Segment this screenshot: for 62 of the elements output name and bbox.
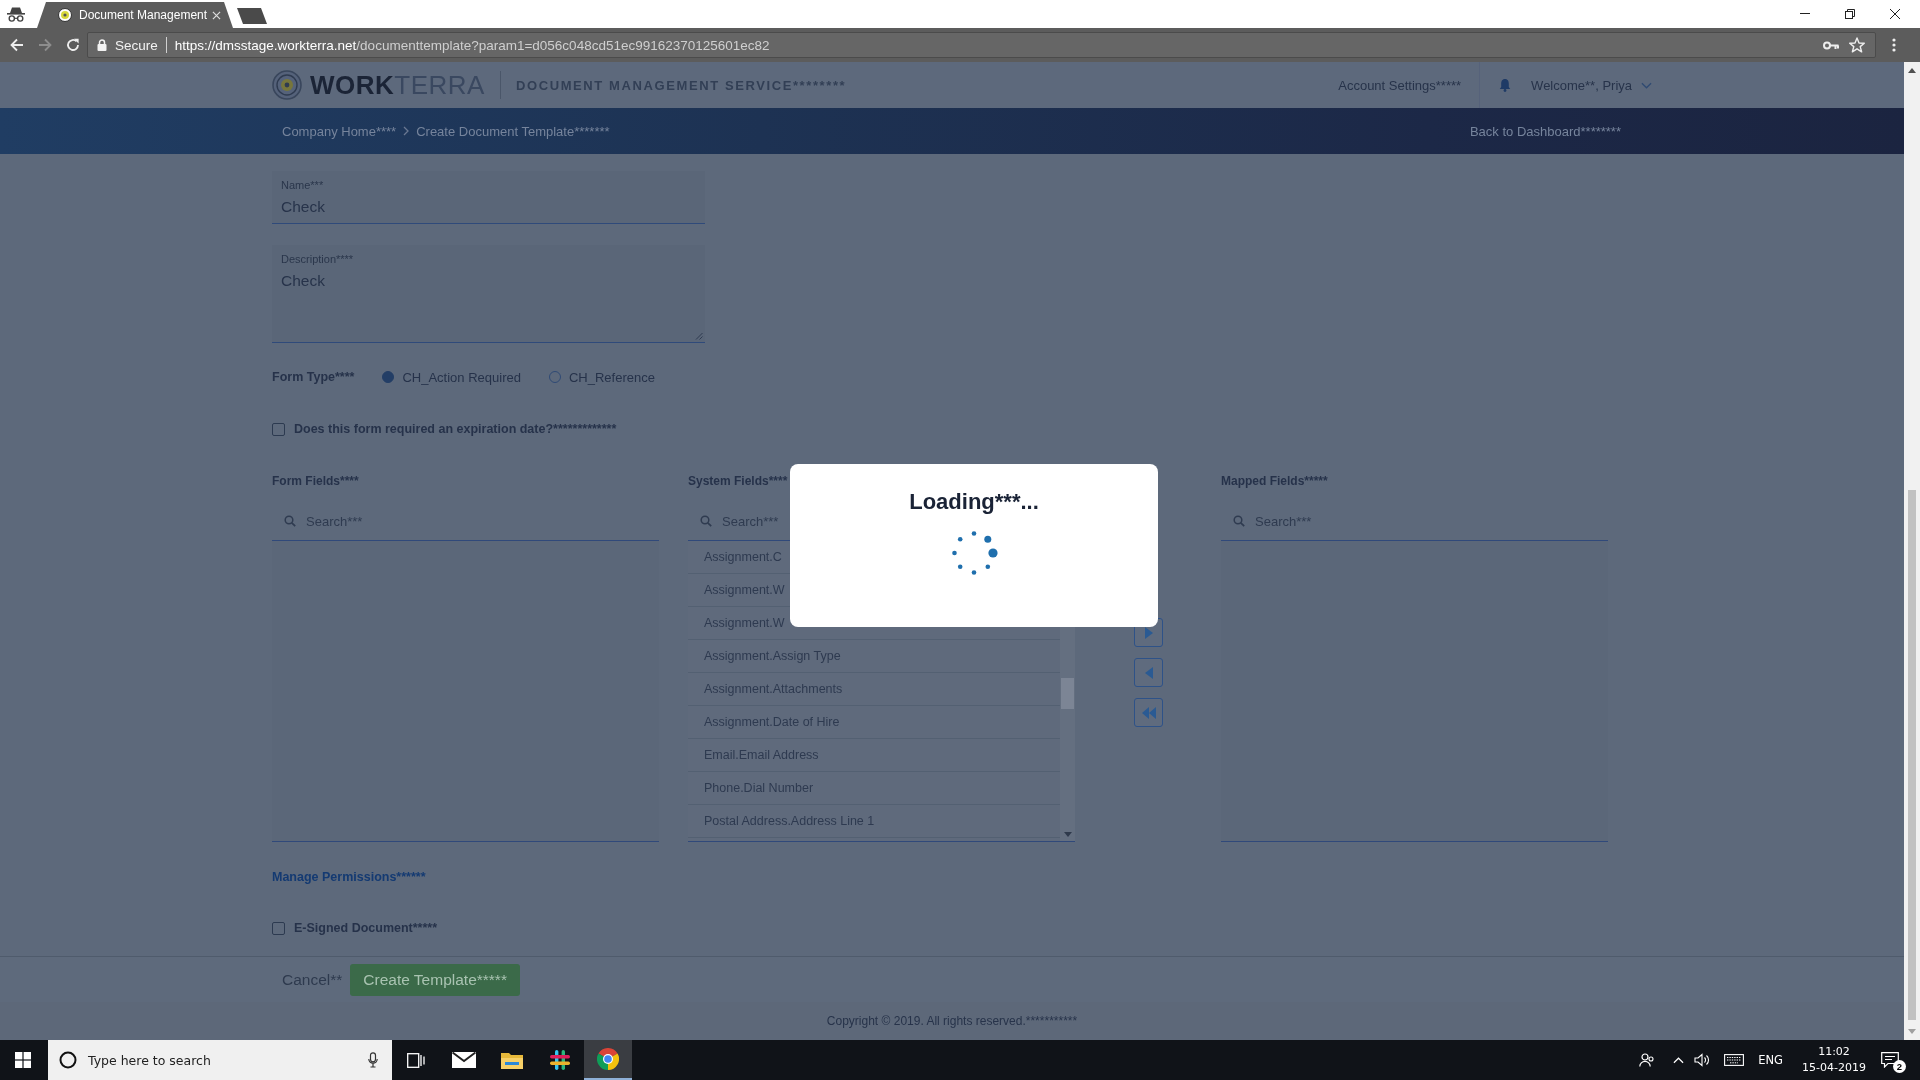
radio-button[interactable] bbox=[382, 371, 395, 383]
url-text[interactable]: https://dmsstage.workterra.net/documenttemplate?param1=d056c048cd51ec99162370125601ec82 bbox=[174, 37, 770, 53]
scrollbar-thumb[interactable] bbox=[1061, 678, 1074, 709]
folder-icon bbox=[501, 1051, 523, 1069]
chevron-right-icon bbox=[403, 126, 410, 136]
security-label[interactable]: Secure bbox=[115, 37, 158, 53]
back-arrow-icon[interactable] bbox=[10, 38, 24, 52]
scroll-up-icon[interactable] bbox=[1908, 68, 1916, 73]
taskbar-search-field[interactable]: Type here to search bbox=[48, 1040, 392, 1080]
checkbox[interactable] bbox=[272, 422, 285, 436]
tab-title: Document Management bbox=[79, 8, 208, 22]
manage-permissions-link[interactable]: Manage Permissions****** bbox=[272, 868, 426, 886]
notification-badge: 2 bbox=[1893, 1060, 1906, 1073]
hashtag-icon bbox=[550, 1050, 570, 1070]
clock-time[interactable]: 11:02 bbox=[1818, 1044, 1850, 1060]
restore-icon[interactable] bbox=[1845, 9, 1855, 19]
chevron-down-icon bbox=[1641, 81, 1652, 89]
notification-icon[interactable] bbox=[1881, 1052, 1899, 1068]
keyboard-icon[interactable] bbox=[1724, 1054, 1745, 1066]
browser-tab[interactable]: Document Management bbox=[37, 2, 233, 28]
envelope-icon bbox=[452, 1052, 476, 1068]
breadcrumb-link[interactable]: Company Home**** bbox=[282, 123, 397, 139]
chevron-up-icon[interactable] bbox=[1673, 1056, 1685, 1064]
loading-spinner-icon bbox=[950, 529, 998, 577]
checkbox-label[interactable]: E-Signed Document***** bbox=[294, 921, 438, 935]
search-icon bbox=[1233, 515, 1245, 527]
column-title: System Fields**** bbox=[688, 473, 788, 490]
reload-icon[interactable] bbox=[66, 38, 80, 52]
windows-logo-icon bbox=[15, 1052, 31, 1068]
menu-icon[interactable] bbox=[1892, 38, 1896, 52]
new-tab-button[interactable] bbox=[237, 8, 267, 24]
microphone-icon[interactable] bbox=[368, 1052, 378, 1068]
hat-glasses-icon bbox=[6, 6, 26, 22]
speaker-icon[interactable] bbox=[1694, 1053, 1711, 1067]
browser-logo-icon bbox=[597, 1048, 619, 1070]
triangle-left-icon bbox=[1144, 666, 1153, 679]
task-view-icon bbox=[407, 1052, 425, 1068]
triangle-right-icon bbox=[1144, 626, 1153, 639]
key-icon[interactable] bbox=[1823, 40, 1839, 50]
breadcrumb-link[interactable]: Create Document Template******* bbox=[416, 123, 610, 139]
close-icon[interactable] bbox=[1890, 9, 1900, 19]
address-bar[interactable]: Secure https://dmsstage.workterra.net/documenttemplate?param1=d056c048cd51ec99162370125601ec82 bbox=[87, 32, 1876, 58]
checkbox[interactable] bbox=[272, 921, 285, 935]
star-icon[interactable] bbox=[1849, 37, 1865, 53]
page-scrollbar[interactable] bbox=[1904, 62, 1920, 1040]
ring-icon bbox=[59, 1051, 77, 1069]
back-to-dashboard-link[interactable]: Back to Dashboard******** bbox=[1469, 123, 1621, 139]
search-icon bbox=[700, 515, 712, 527]
language-indicator[interactable]: ENG bbox=[1758, 1053, 1783, 1067]
people-icon[interactable] bbox=[1639, 1053, 1656, 1067]
scrollbar-thumb[interactable] bbox=[1908, 490, 1916, 1020]
dialog-title: Loading***... bbox=[909, 489, 1039, 515]
clock-date[interactable]: 15-04-2019 bbox=[1802, 1060, 1866, 1076]
circle-logo-icon bbox=[272, 70, 302, 100]
radio-label[interactable]: CH_Reference bbox=[568, 369, 655, 385]
taskbar-app-button[interactable] bbox=[584, 1040, 632, 1080]
resize-grip-icon[interactable] bbox=[695, 332, 703, 340]
lock-icon bbox=[97, 39, 107, 51]
double-triangle-left-icon bbox=[1141, 706, 1156, 719]
create-template-button[interactable]: Create Template***** bbox=[350, 963, 520, 996]
circle-logo-icon bbox=[58, 8, 72, 22]
search-icon bbox=[284, 515, 296, 527]
